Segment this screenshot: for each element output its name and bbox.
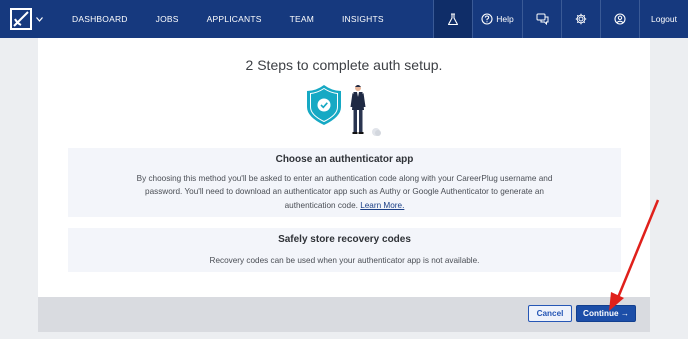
- businessman-figure: [350, 85, 366, 134]
- settings-button[interactable]: [561, 0, 600, 38]
- labs-button[interactable]: [433, 0, 472, 38]
- chat-bubbles-icon: [536, 13, 548, 25]
- security-illustration: [307, 85, 381, 136]
- nav-dashboard[interactable]: DASHBOARD: [72, 14, 128, 24]
- recovery-codes-heading: Safely store recovery codes: [278, 234, 411, 245]
- question-circle-icon: [481, 13, 493, 25]
- user-circle-icon: [614, 13, 626, 25]
- nav-insights[interactable]: INSIGHTS: [342, 14, 384, 24]
- authenticator-app-panel: Choose an authenticator app By choosing …: [68, 148, 621, 217]
- nav-utilities: Help Logout: [433, 0, 688, 38]
- continue-button[interactable]: Continue →: [576, 305, 636, 322]
- learn-more-link[interactable]: Learn More.: [360, 201, 404, 210]
- help-label: Help: [496, 14, 514, 24]
- authenticator-app-heading: Choose an authenticator app: [275, 154, 414, 165]
- authenticator-app-text: By choosing this method you'll be asked …: [136, 174, 553, 210]
- help-button[interactable]: Help: [472, 0, 522, 38]
- nav-applicants[interactable]: APPLICANTS: [207, 14, 262, 24]
- nav-team[interactable]: TEAM: [290, 14, 314, 24]
- main-nav: DASHBOARD JOBS APPLICANTS TEAM INSIGHTS: [72, 0, 412, 38]
- page-title: 2 Steps to complete auth setup.: [245, 57, 443, 73]
- messages-button[interactable]: [522, 0, 561, 38]
- modal-footer: Cancel Continue →: [38, 297, 650, 332]
- flask-icon: [447, 12, 459, 25]
- authenticator-app-description: By choosing this method you'll be asked …: [128, 172, 561, 212]
- logout-button[interactable]: Logout: [639, 0, 688, 38]
- chevron-down-icon: [36, 16, 43, 22]
- cancel-button[interactable]: Cancel: [528, 305, 572, 322]
- auth-setup-card: 2 Steps to complete auth setup. Choose a…: [38, 38, 650, 297]
- logo-menu[interactable]: [0, 0, 45, 38]
- recovery-codes-description: Recovery codes can be used when your aut…: [209, 256, 480, 265]
- nav-jobs[interactable]: JOBS: [156, 14, 179, 24]
- top-navbar: DASHBOARD JOBS APPLICANTS TEAM INSIGHTS …: [0, 0, 688, 38]
- profile-button[interactable]: [600, 0, 639, 38]
- gear-icon: [575, 13, 587, 25]
- recovery-codes-panel: Safely store recovery codes Recovery cod…: [68, 228, 621, 272]
- logo-icon: [10, 8, 32, 30]
